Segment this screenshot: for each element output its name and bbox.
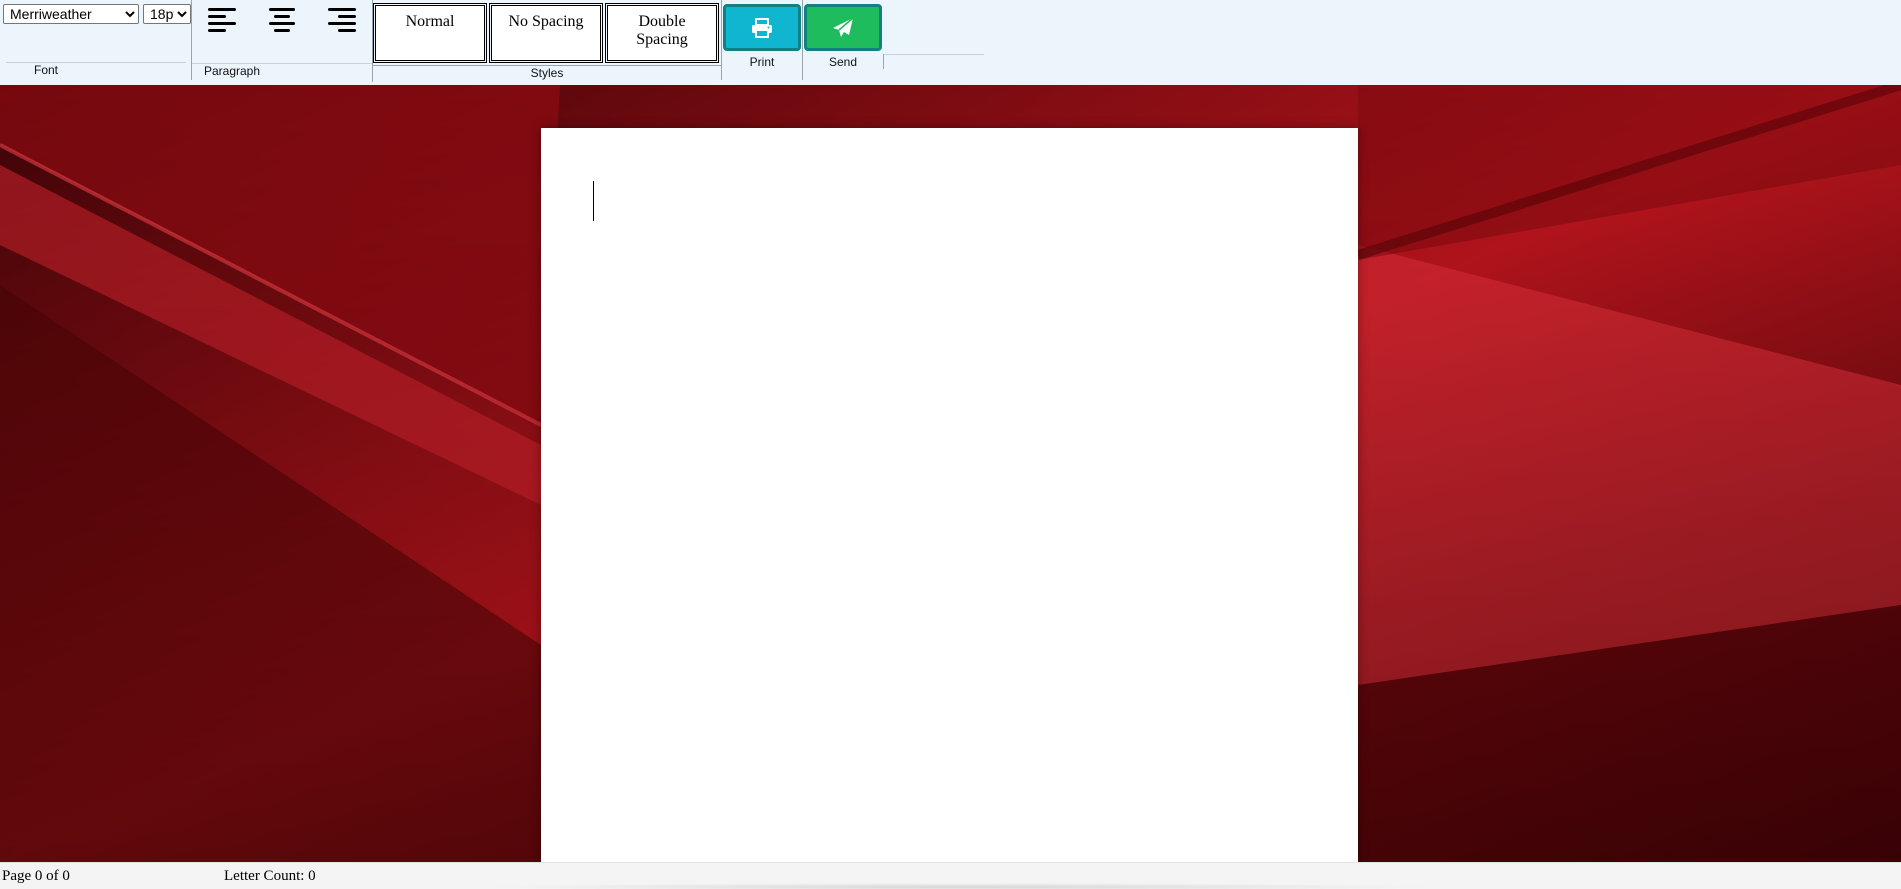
send-label: Send: [828, 55, 858, 69]
printer-icon: [752, 17, 772, 38]
align-left-button[interactable]: [206, 4, 238, 34]
styles-group-label: Styles: [530, 66, 564, 80]
align-center-icon: [269, 8, 295, 32]
font-size-select[interactable]: 18pt: [143, 4, 191, 24]
font-group: Merriweather 18pt Font: [0, 0, 191, 82]
style-no-spacing-button[interactable]: No Spacing: [489, 3, 603, 63]
style-double-spacing-label: Double Spacing: [636, 13, 688, 48]
align-right-icon: [328, 8, 356, 32]
document-page[interactable]: [541, 128, 1358, 862]
print-group: Print: [722, 0, 802, 82]
send-button[interactable]: [804, 4, 882, 51]
send-group: Send: [803, 0, 883, 82]
align-center-button[interactable]: [266, 4, 298, 34]
text-cursor: [593, 181, 594, 221]
align-right-button[interactable]: [326, 4, 358, 34]
style-normal-button[interactable]: Normal: [373, 3, 487, 63]
letter-count: Letter Count: 0: [224, 868, 316, 884]
font-family-select[interactable]: Merriweather: [3, 4, 139, 24]
styles-group: Normal No Spacing Double Spacing Styles: [373, 0, 721, 82]
ribbon-trailing-line: [884, 54, 984, 55]
status-shadow: [470, 883, 1450, 889]
style-normal-label: Normal: [405, 13, 455, 30]
paragraph-group-label: Paragraph: [203, 64, 261, 78]
print-button[interactable]: [723, 4, 801, 51]
status-bar: Page 0 of 0 Letter Count: 0: [0, 862, 1901, 889]
style-no-spacing-label: No Spacing: [508, 13, 584, 30]
ribbon-toolbar: Merriweather 18pt Font Paragraph Normal …: [0, 0, 1901, 86]
ribbon-separator: [883, 54, 884, 69]
paragraph-group: Paragraph: [192, 0, 372, 82]
paper-plane-icon: [833, 16, 854, 37]
style-double-spacing-button[interactable]: Double Spacing: [605, 3, 719, 63]
font-group-label: Font: [33, 63, 58, 77]
align-left-icon: [208, 8, 236, 32]
page-count: Page 0 of 0: [2, 868, 70, 884]
document-workspace: [0, 85, 1901, 862]
print-label: Print: [749, 55, 775, 69]
